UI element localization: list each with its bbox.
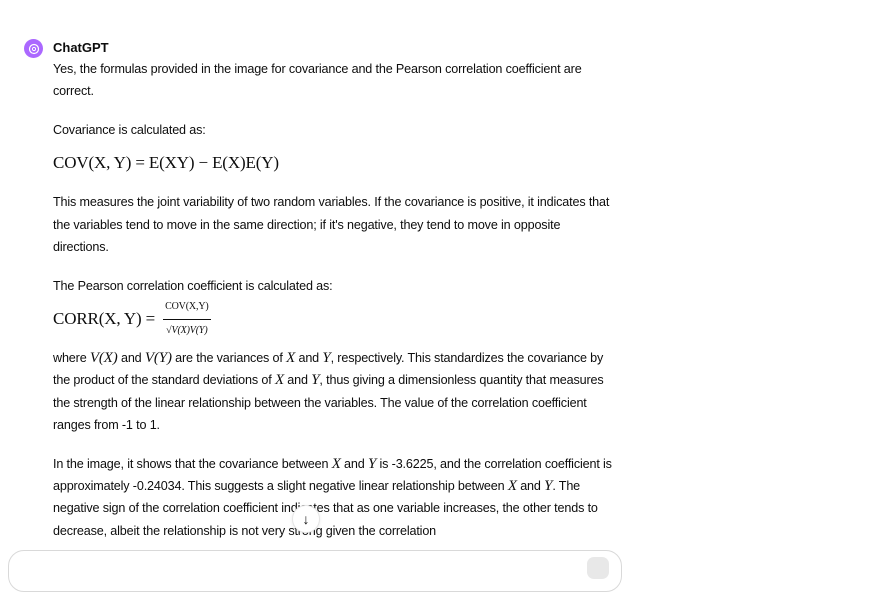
paragraph: In the image, it shows that the covarian… — [53, 455, 612, 538]
message-input[interactable] — [8, 550, 622, 592]
paragraph: This measures the joint variability of t… — [53, 195, 610, 254]
fraction-numerator: COV(X,Y) — [163, 296, 211, 320]
formula-lhs: CORR(X, Y) = — [53, 308, 156, 328]
covariance-formula: COV(X, Y) = E(XY) − E(X)E(Y) — [53, 153, 279, 173]
fraction-denominator: √V(X)V(Y) — [166, 324, 208, 336]
scroll-to-bottom-button[interactable]: ↓ — [292, 505, 320, 533]
assistant-message: Yes, the formulas provided in the image … — [53, 58, 613, 558]
message-author: ChatGPT — [53, 40, 109, 55]
formula-fraction: COV(X,Y) √V(X)V(Y) — [163, 296, 211, 342]
send-button[interactable] — [587, 557, 609, 579]
chatgpt-avatar-icon — [24, 39, 43, 58]
arrow-down-icon: ↓ — [302, 511, 310, 527]
paragraph: Covariance is calculated as: — [53, 123, 206, 138]
correlation-formula: CORR(X, Y) = COV(X,Y) √V(X)V(Y) — [53, 301, 613, 336]
paragraph: Yes, the formulas provided in the image … — [53, 62, 582, 99]
paragraph: where V(X) and V(Y) are the variances of… — [53, 350, 604, 432]
paragraph: The Pearson correlation coefficient is c… — [53, 278, 333, 293]
